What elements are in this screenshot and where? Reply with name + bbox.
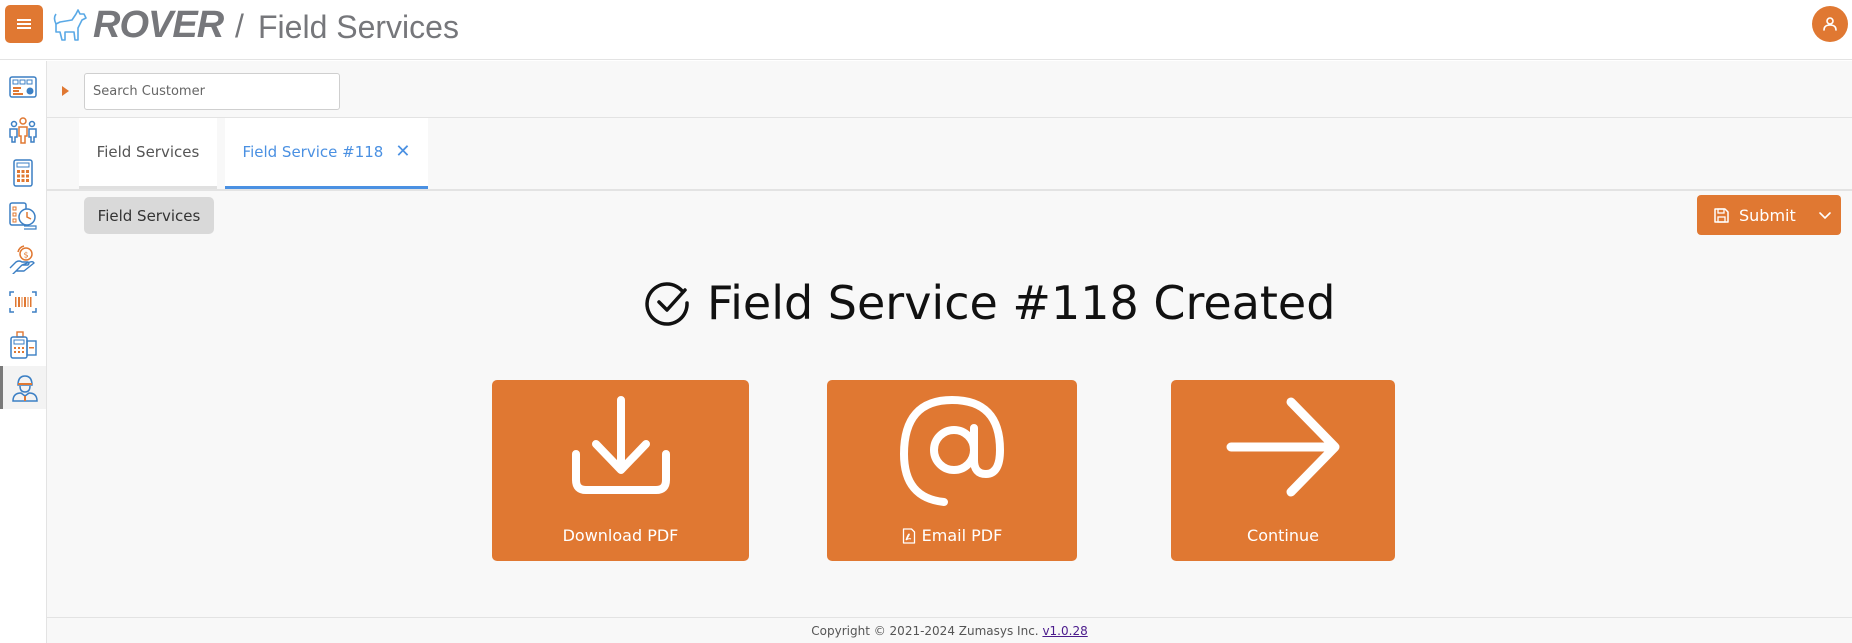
download-pdf-card[interactable]: Download PDF [492,380,749,561]
sidebar-item-field-services[interactable] [0,366,46,409]
hand-money-icon: $ [9,244,35,274]
footer: Copyright © 2021-2024 Zumasys Inc. v1.0.… [47,617,1852,643]
sidebar-item-pos-terminal[interactable] [0,323,46,366]
app-title: Field Services [258,9,459,45]
menu-button[interactable] [5,5,43,43]
customer-search-bar [47,61,1852,118]
user-icon [1823,17,1837,31]
submit-dropdown-toggle[interactable] [1809,195,1841,235]
barcode-scan-icon [9,290,37,313]
breadcrumb-field-services-button[interactable]: Field Services [84,197,214,234]
heading-text: Field Service #118 Created [707,276,1336,330]
user-menu-button[interactable] [1812,6,1848,42]
brand-logo-text: ROVER [93,4,224,46]
version-link[interactable]: v1.0.28 [1042,624,1087,638]
people-icon [9,116,37,144]
sidebar-item-customers[interactable] [0,108,46,151]
tab-field-services[interactable]: Field Services [79,118,217,189]
rover-dog-logo-icon [53,9,87,41]
hamburger-icon [17,19,31,29]
tab-field-service-118[interactable]: Field Service #118 ✕ [225,118,428,189]
sidebar-item-payments[interactable]: $ [0,237,46,280]
card-label: Email PDF [921,526,1003,545]
submit-label: Submit [1739,205,1796,225]
technician-icon [11,374,38,402]
dashboard-icon [9,75,37,98]
top-header: ROVER / Field Services [0,0,1852,60]
close-tab-icon[interactable]: ✕ [395,143,410,161]
sidebar-item-dashboard[interactable] [0,65,46,108]
clock-list-icon [9,201,37,230]
arrow-right-icon [1226,397,1340,497]
copyright-text: Copyright © 2021-2024 Zumasys Inc. [811,624,1043,638]
save-icon [1714,207,1729,223]
expand-search-caret-icon[interactable] [62,86,69,96]
email-pdf-card[interactable]: Email PDF [827,380,1077,561]
sidebar: $ [0,61,47,643]
calculator-icon [13,158,33,187]
search-customer-input[interactable] [84,73,340,110]
sidebar-item-time-tracking[interactable] [0,194,46,237]
card-label: Download PDF [562,526,679,545]
check-circle-icon [645,282,689,326]
pdf-file-icon [902,527,915,544]
sidebar-item-barcode[interactable] [0,280,46,323]
svg-text:$: $ [24,250,29,259]
title-separator: / [235,8,244,44]
submit-button[interactable]: Submit [1697,195,1809,235]
tab-label: Field Service #118 [242,143,384,161]
chevron-down-icon [1819,212,1831,220]
card-label: Continue [1247,526,1319,545]
tab-label: Field Services [96,143,200,161]
sidebar-item-calculator[interactable] [0,151,46,194]
main-content: Field Services Field Service #118 ✕ Fiel… [47,61,1852,643]
submit-split-button: Submit [1697,195,1841,235]
download-icon [571,396,670,494]
tab-strip: Field Services Field Service #118 ✕ [47,118,1852,191]
continue-card[interactable]: Continue [1171,380,1395,561]
at-sign-icon [899,395,1005,506]
page-heading: Field Service #118 Created [643,273,1335,333]
card-terminal-icon [10,330,37,359]
